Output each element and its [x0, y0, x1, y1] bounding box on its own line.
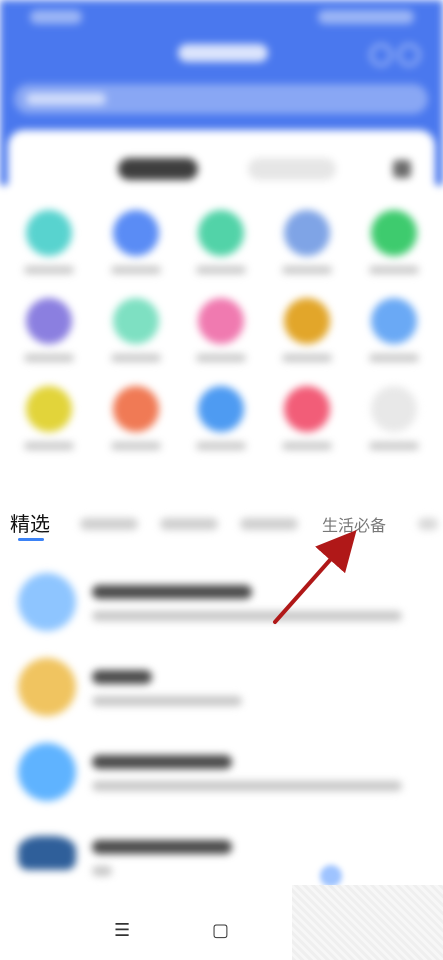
app-grid-item[interactable]	[272, 386, 342, 466]
menu-icon[interactable]: ☰	[114, 920, 130, 941]
app-label	[111, 354, 161, 362]
app-grid-item[interactable]	[186, 298, 256, 378]
app-icon	[198, 298, 244, 344]
search-placeholder	[26, 93, 106, 105]
tab-3[interactable]	[160, 518, 218, 530]
watermark-noise	[292, 885, 443, 960]
app-icon	[371, 210, 417, 256]
app-icon	[284, 210, 330, 256]
app-icon	[26, 210, 72, 256]
scan-icon[interactable]	[370, 44, 392, 66]
app-grid	[0, 210, 443, 475]
app-grid-item[interactable]	[186, 386, 256, 466]
app-icon	[18, 573, 76, 631]
app-label	[282, 266, 332, 274]
app-label	[111, 442, 161, 450]
app-label	[24, 266, 74, 274]
app-label	[282, 442, 332, 450]
category-card	[8, 130, 435, 220]
app-description	[92, 866, 112, 876]
app-title	[92, 840, 232, 854]
list-item[interactable]	[0, 735, 443, 820]
app-label	[282, 354, 332, 362]
app-icon	[26, 298, 72, 344]
app-title	[92, 585, 252, 599]
app-grid-item[interactable]	[14, 210, 84, 290]
app-grid-item[interactable]	[186, 210, 256, 290]
app-label	[369, 266, 419, 274]
app-icon	[113, 298, 159, 344]
app-grid-item[interactable]	[101, 386, 171, 466]
category-tab-secondary[interactable]	[248, 158, 336, 180]
message-icon[interactable]	[398, 44, 420, 66]
app-grid-item[interactable]	[272, 298, 342, 378]
category-tab-primary[interactable]	[118, 158, 198, 180]
app-icon	[113, 386, 159, 432]
app-title	[92, 670, 152, 684]
app-label	[196, 442, 246, 450]
app-icon	[198, 386, 244, 432]
app-icon	[113, 210, 159, 256]
tab-more[interactable]	[418, 518, 438, 530]
app-grid-item[interactable]	[272, 210, 342, 290]
list-item[interactable]	[0, 650, 443, 735]
tab-featured[interactable]: 精选	[10, 508, 50, 537]
status-bar-left	[30, 10, 82, 24]
app-grid-item[interactable]	[359, 386, 429, 466]
app-label	[111, 266, 161, 274]
app-title	[92, 755, 232, 769]
app-grid-item[interactable]	[359, 210, 429, 290]
list-item[interactable]	[0, 565, 443, 650]
app-grid-item[interactable]	[101, 298, 171, 378]
app-description	[92, 696, 242, 706]
header-title	[178, 44, 268, 62]
app-icon	[284, 386, 330, 432]
app-grid-item[interactable]	[14, 298, 84, 378]
app-icon	[371, 298, 417, 344]
app-icon	[18, 658, 76, 716]
app-icon	[284, 298, 330, 344]
search-input[interactable]	[14, 84, 428, 114]
app-description	[92, 781, 402, 791]
edit-icon[interactable]	[393, 160, 411, 178]
app-icon	[18, 743, 76, 801]
content-tabs: 精选 生活必备	[0, 500, 443, 546]
app-icon	[26, 386, 72, 432]
status-bar-right	[318, 10, 414, 24]
app-label	[369, 354, 419, 362]
app-icon	[371, 386, 417, 432]
app-grid-item[interactable]	[359, 298, 429, 378]
app-label	[24, 354, 74, 362]
app-icon	[18, 836, 76, 870]
tab-life-essentials[interactable]: 生活必备	[322, 512, 386, 536]
app-description	[92, 611, 402, 621]
home-icon[interactable]: ▢	[212, 920, 229, 941]
app-label	[196, 266, 246, 274]
tab-4[interactable]	[240, 518, 298, 530]
app-grid-item[interactable]	[101, 210, 171, 290]
floating-badge	[320, 865, 342, 887]
tab-2[interactable]	[80, 518, 138, 530]
app-label	[369, 442, 419, 450]
app-grid-item[interactable]	[14, 386, 84, 466]
app-label	[196, 354, 246, 362]
app-label	[24, 442, 74, 450]
app-icon	[198, 210, 244, 256]
app-list	[0, 555, 443, 885]
tab-featured-underline	[18, 538, 44, 541]
